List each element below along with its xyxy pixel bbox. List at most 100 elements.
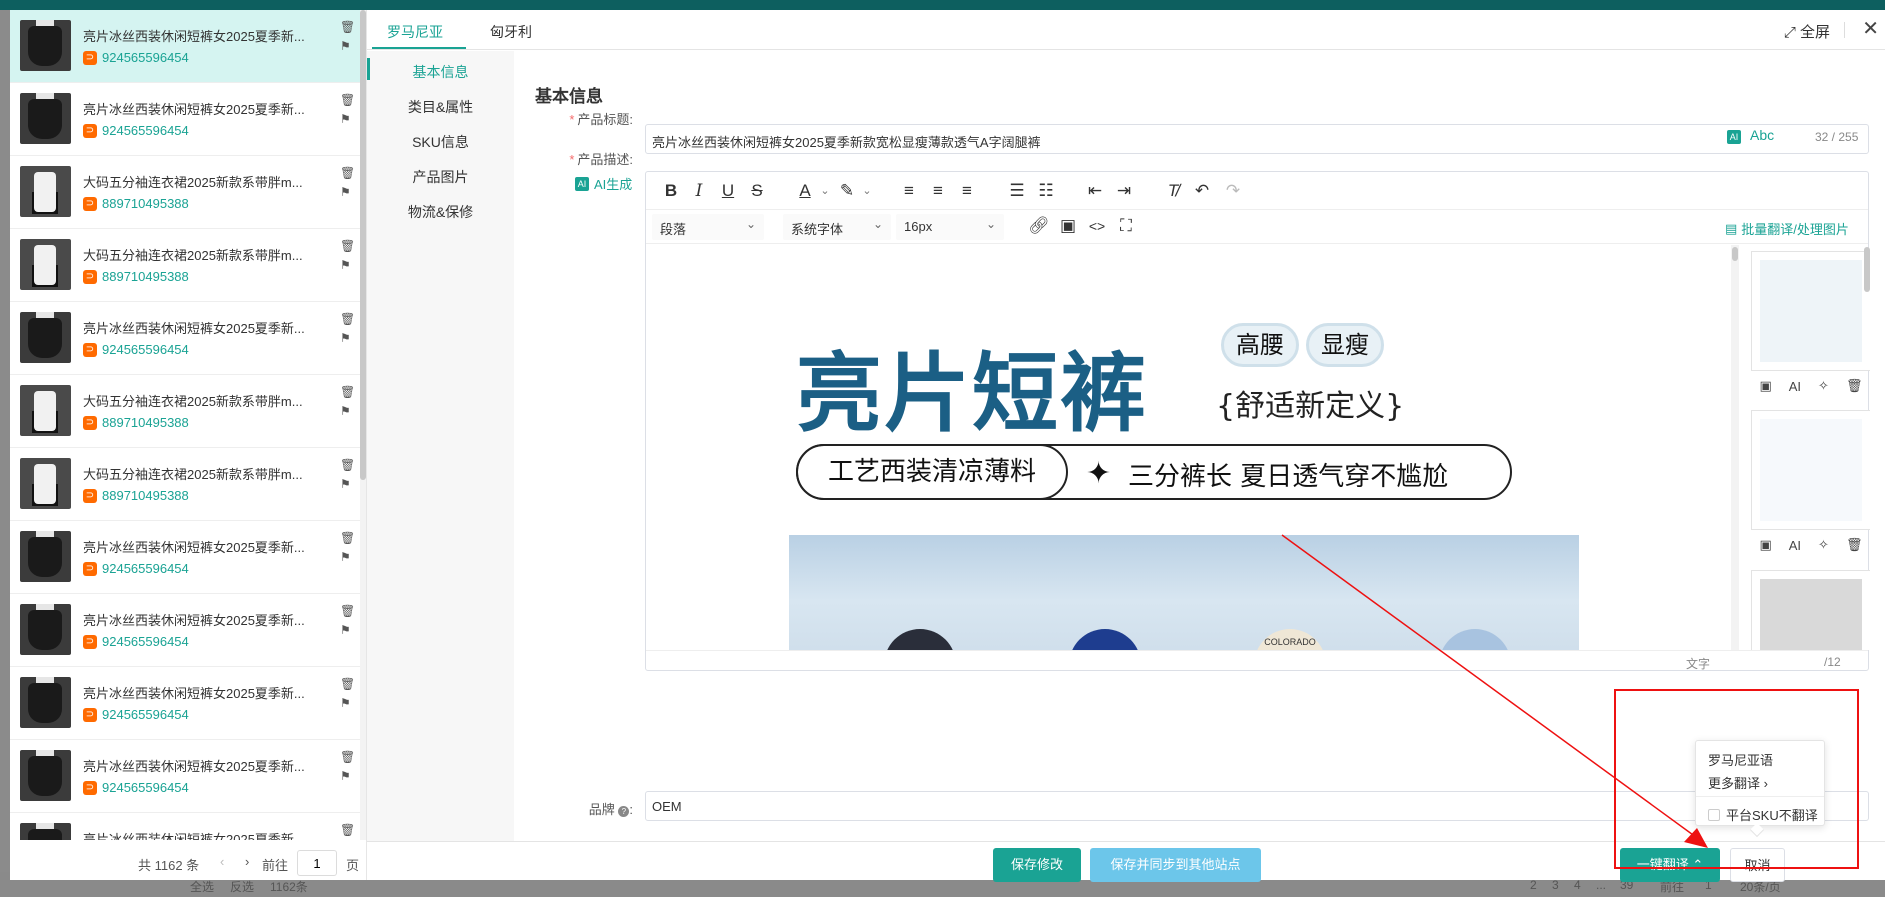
ai-icon[interactable]: AI — [1727, 130, 1741, 144]
word-count-value: /12 — [1824, 655, 1841, 669]
nav-sku-info[interactable]: SKU信息 — [367, 132, 514, 152]
editor-content[interactable]: 亮片短裤 高腰 显瘦 {舒适新定义} 工艺西装清凉薄料 ✦ 三分裤长 夏日透气穿… — [646, 245, 1731, 650]
flag-icon[interactable]: ⚑ — [340, 331, 351, 345]
list-item[interactable]: 亮片冰丝西装休闲短裤女2025夏季新... ⊃ 924565596454 🗑︎ ⚑ — [10, 667, 360, 740]
align-right-icon[interactable]: ≡ — [956, 181, 978, 201]
flag-icon[interactable]: ⚑ — [340, 769, 351, 783]
help-icon[interactable]: ? — [618, 806, 630, 817]
list-item[interactable]: 大码五分袖连衣裙2025新款系带胖m... ⊃ 889710495388 🗑︎ ⚑ — [10, 156, 360, 229]
magic-wand-icon[interactable]: ✧ — [1818, 537, 1829, 553]
flag-icon[interactable]: ⚑ — [340, 258, 351, 272]
flag-icon[interactable]: ⚑ — [340, 39, 351, 53]
backdrop-footer-text: 3 — [1552, 878, 1559, 892]
highlight-icon[interactable]: ✎ — [836, 181, 858, 201]
trash-icon[interactable]: 🗑︎ — [340, 604, 355, 618]
redo-icon[interactable]: ↷ — [1222, 181, 1244, 201]
flag-icon[interactable]: ⚑ — [340, 185, 351, 199]
image-thumbnail[interactable] — [1751, 251, 1870, 371]
code-icon[interactable]: <> — [1086, 216, 1108, 236]
image-thumbnail[interactable] — [1751, 570, 1870, 650]
font-color-icon[interactable]: A — [794, 181, 816, 201]
list-item[interactable]: 亮片冰丝西装休闲短裤女2025夏季新... ⊃ 924565596454 🗑︎ ⚑ — [10, 594, 360, 667]
clear-format-icon[interactable]: T̸ — [1162, 181, 1184, 201]
indent-icon[interactable]: ⇥ — [1113, 181, 1135, 201]
trash-icon[interactable]: 🗑︎ — [340, 93, 355, 107]
product-title: 亮片冰丝西装休闲短裤女2025夏季新... — [83, 29, 305, 44]
close-icon[interactable]: ✕ — [1862, 16, 1879, 41]
image-strip-scrollbar[interactable] — [1864, 245, 1870, 650]
undo-icon[interactable]: ↶ — [1191, 181, 1213, 201]
list-item[interactable]: 亮片冰丝西装休闲短裤女2025夏季新... ⊃ 924565596454 🗑︎ ⚑ — [10, 740, 360, 813]
trash-icon[interactable]: 🗑︎ — [340, 458, 355, 472]
outdent-icon[interactable]: ⇤ — [1084, 181, 1106, 201]
trash-icon[interactable]: 🗑︎ — [340, 750, 355, 764]
bullet-list-icon[interactable]: ☰ — [1006, 181, 1028, 201]
nav-product-images[interactable]: 产品图片 — [367, 167, 514, 187]
product-title-input[interactable]: 亮片冰丝西装休闲短裤女2025夏季新款宽松显瘦薄款透气A字阔腿裤 — [645, 124, 1869, 154]
image-thumbnail[interactable] — [1751, 410, 1870, 530]
image-edit-icon[interactable]: ▣ — [1759, 378, 1771, 394]
tab-romania[interactable]: 罗马尼亚 — [387, 22, 443, 42]
font-family-select[interactable]: 系统字体 ⌄ — [783, 214, 891, 240]
flag-icon[interactable]: ⚑ — [340, 550, 351, 564]
list-item[interactable]: 亮片冰丝西装休闲短裤女2025夏季新... ⊃ 924565596454 🗑︎ ⚑ — [10, 302, 360, 375]
flag-icon[interactable]: ⚑ — [340, 404, 351, 418]
list-item[interactable]: 大码五分袖连衣裙2025新款系带胖m... ⊃ 889710495388 🗑︎ ⚑ — [10, 229, 360, 302]
underline-icon[interactable]: U — [717, 181, 739, 201]
batch-translate-button[interactable]: ▤ 批量翻译/处理图片 — [1725, 219, 1849, 238]
nav-category-attributes[interactable]: 类目&属性 — [367, 97, 514, 117]
align-left-icon[interactable]: ≡ — [898, 181, 920, 201]
image-icon[interactable]: ▣ — [1057, 216, 1079, 236]
fullscreen-button[interactable]: ⤢ 全屏 — [1784, 21, 1830, 42]
save-sync-button[interactable]: 保存并同步到其他站点 — [1090, 848, 1261, 882]
nav-basic-info[interactable]: 基本信息 — [367, 62, 514, 82]
prev-page-icon[interactable]: ‹ — [220, 854, 224, 869]
trash-icon[interactable]: 🗑︎ — [340, 166, 355, 180]
flag-icon[interactable]: ⚑ — [340, 623, 351, 637]
trash-icon[interactable]: 🗑︎ — [1846, 378, 1863, 394]
ai-generate-button[interactable]: AI AI生成 — [575, 174, 632, 193]
trash-icon[interactable]: 🗑︎ — [1846, 537, 1863, 553]
flag-icon[interactable]: ⚑ — [340, 696, 351, 710]
tab-hungary[interactable]: 匈牙利 — [490, 22, 532, 42]
chevron-down-icon[interactable]: ⌄ — [856, 181, 878, 201]
trash-icon[interactable]: 🗑︎ — [340, 531, 355, 545]
list-item[interactable]: 大码五分袖连衣裙2025新款系带胖m... ⊃ 889710495388 🗑︎ ⚑ — [10, 375, 360, 448]
next-page-icon[interactable]: › — [245, 854, 249, 869]
product-title: 大码五分袖连衣裙2025新款系带胖m... — [83, 175, 303, 190]
translate-abc-button[interactable]: Abc — [1750, 127, 1774, 143]
list-item[interactable]: 亮片冰丝西装休闲短裤女2025夏季新... ⊃ 924565596454 🗑︎ ⚑ — [10, 83, 360, 156]
fullscreen-icon[interactable]: ⛶ — [1115, 216, 1137, 236]
content-scrollbar[interactable] — [1731, 245, 1739, 650]
trash-icon[interactable]: 🗑︎ — [340, 20, 355, 34]
magic-wand-icon[interactable]: ✧ — [1818, 378, 1829, 394]
nav-logistics-warranty[interactable]: 物流&保修 — [367, 202, 514, 222]
image-edit-icon[interactable]: ▣ — [1759, 537, 1771, 553]
list-item[interactable]: 亮片冰丝西装休闲短裤女2025夏季新...⊃🗑︎⚑ — [10, 813, 360, 840]
link-icon[interactable]: 🔗︎ — [1028, 216, 1050, 236]
paragraph-select[interactable]: 段落 ⌄ — [652, 214, 764, 240]
bold-icon[interactable]: B — [660, 181, 682, 201]
flag-icon[interactable]: ⚑ — [340, 112, 351, 126]
product-list-panel: 亮片冰丝西装休闲短裤女2025夏季新... ⊃ 924565596454 🗑︎ ⚑ 亮片冰… — [10, 10, 367, 880]
trash-icon[interactable]: 🗑︎ — [340, 385, 355, 399]
list-item[interactable]: 亮片冰丝西装休闲短裤女2025夏季新... ⊃ 924565596454 🗑︎ ⚑ — [10, 10, 360, 83]
align-center-icon[interactable]: ≡ — [927, 181, 949, 201]
list-item[interactable]: 亮片冰丝西装休闲短裤女2025夏季新... ⊃ 924565596454 🗑︎ ⚑ — [10, 521, 360, 594]
page-number-input[interactable] — [297, 850, 337, 876]
list-item[interactable]: 大码五分袖连衣裙2025新款系带胖m... ⊃ 889710495388 🗑︎ ⚑ — [10, 448, 360, 521]
image-ai-button[interactable]: AI — [1789, 379, 1801, 394]
save-button[interactable]: 保存修改 — [993, 848, 1081, 882]
list-scrollbar[interactable] — [360, 10, 366, 840]
image-ai-button[interactable]: AI — [1789, 538, 1801, 553]
numbered-list-icon[interactable]: ☷ — [1035, 181, 1057, 201]
chevron-down-icon[interactable]: ⌄ — [814, 181, 836, 201]
trash-icon[interactable]: 🗑︎ — [340, 823, 355, 837]
italic-icon[interactable]: I — [688, 181, 710, 201]
strikethrough-icon[interactable]: S — [746, 181, 768, 201]
font-size-select[interactable]: 16px ⌄ — [896, 214, 1004, 240]
flag-icon[interactable]: ⚑ — [340, 477, 351, 491]
trash-icon[interactable]: 🗑︎ — [340, 239, 355, 253]
trash-icon[interactable]: 🗑︎ — [340, 677, 355, 691]
trash-icon[interactable]: 🗑︎ — [340, 312, 355, 326]
